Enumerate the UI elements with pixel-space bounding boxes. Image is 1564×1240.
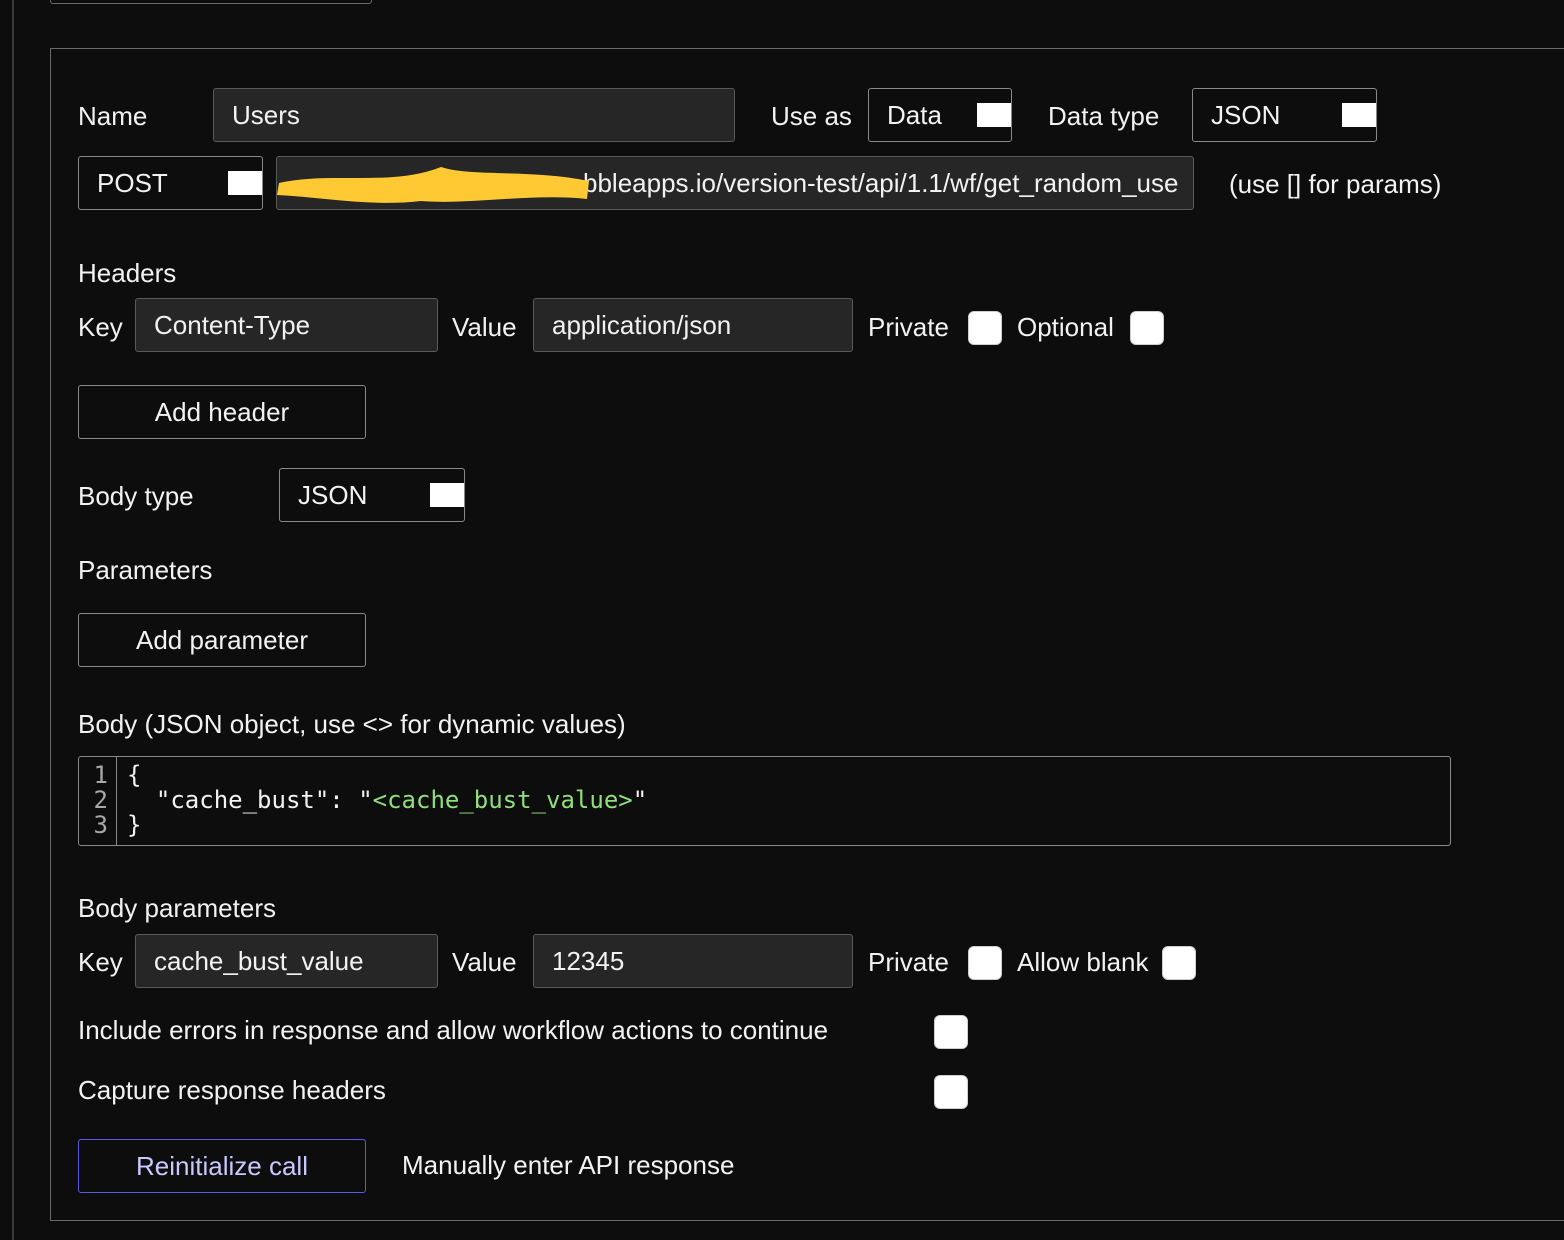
body-type-value: JSON [298,480,368,510]
code-dynamic-value: <cache_bust_value> [372,786,633,814]
header-value-label: Value [452,312,517,342]
body-param-key-label: Key [78,947,123,977]
data-type-select[interactable]: JSON [1192,88,1377,142]
body-code-editor[interactable]: 1 2 3 { "cache_bust": "<cache_bust_value… [78,756,1451,846]
line-number-gutter: 1 2 3 [79,757,117,845]
body-parameters-title: Body parameters [78,893,276,923]
capture-headers-label: Capture response headers [78,1075,386,1105]
dropdown-arrow-icon [1342,103,1376,127]
data-type-label: Data type [1048,101,1160,131]
method-select[interactable]: POST [78,156,263,210]
sidebar-edge [12,0,14,1240]
include-errors-label: Include errors in response and allow wor… [78,1015,829,1045]
body-param-private-checkbox[interactable] [968,946,1002,980]
line-number: 1 [93,761,108,789]
line-number: 2 [93,786,108,814]
include-errors-checkbox[interactable] [934,1015,968,1049]
code-line: } [127,811,142,839]
body-param-allow-blank-checkbox[interactable] [1162,946,1196,980]
code-key: "cache_bust": " [127,786,373,814]
code-line: { [127,761,142,789]
data-type-value: JSON [1211,100,1281,130]
url-hint: (use [] for params) [1229,169,1442,199]
parameters-title: Parameters [78,555,213,585]
manual-response-link[interactable]: Manually enter API response [402,1150,734,1180]
use-as-label: Use as [771,101,852,131]
method-value: POST [97,168,168,198]
use-as-value: Data [887,100,942,130]
body-param-value-label: Value [452,947,517,977]
url-text: bbleapps.io/version-test/api/1.1/wf/get_… [583,168,1179,198]
header-private-checkbox[interactable] [968,311,1002,345]
url-input[interactable]: bbleapps.io/version-test/api/1.1/wf/get_… [276,156,1194,210]
redaction-scribble [277,167,589,203]
header-private-label: Private [868,312,949,342]
name-label: Name [78,101,148,131]
code-line: "cache_bust": "<cache_bust_value>" [127,788,647,813]
header-key-input[interactable]: Content-Type [135,298,438,352]
dropdown-arrow-icon [977,103,1011,127]
code-lines: { "cache_bust": "<cache_bust_value>" } [127,763,647,838]
capture-headers-checkbox[interactable] [934,1075,968,1109]
header-optional-checkbox[interactable] [1130,311,1164,345]
code-quote: " [632,786,648,814]
body-type-select[interactable]: JSON [279,468,465,522]
reinitialize-call-button[interactable]: Reinitialize call [78,1139,366,1193]
body-param-private-label: Private [868,947,949,977]
add-parameter-button[interactable]: Add parameter [78,613,366,667]
body-param-allow-blank-label: Allow blank [1017,947,1149,977]
header-key-label: Key [78,312,123,342]
body-title: Body (JSON object, use <> for dynamic va… [78,709,626,739]
body-param-value-input[interactable]: 12345 [533,934,853,988]
dropdown-arrow-icon [430,483,464,507]
body-type-label: Body type [78,481,194,511]
name-input[interactable]: Users [213,88,735,142]
body-param-key-input[interactable]: cache_bust_value [135,934,438,988]
use-as-select[interactable]: Data [868,88,1012,142]
add-header-button[interactable]: Add header [78,385,366,439]
header-optional-label: Optional [1017,312,1114,342]
line-number: 3 [93,811,108,839]
dropdown-arrow-icon [228,171,262,195]
header-value-input[interactable]: application/json [533,298,853,352]
headers-title: Headers [78,258,177,288]
previous-field-edge [50,0,372,4]
